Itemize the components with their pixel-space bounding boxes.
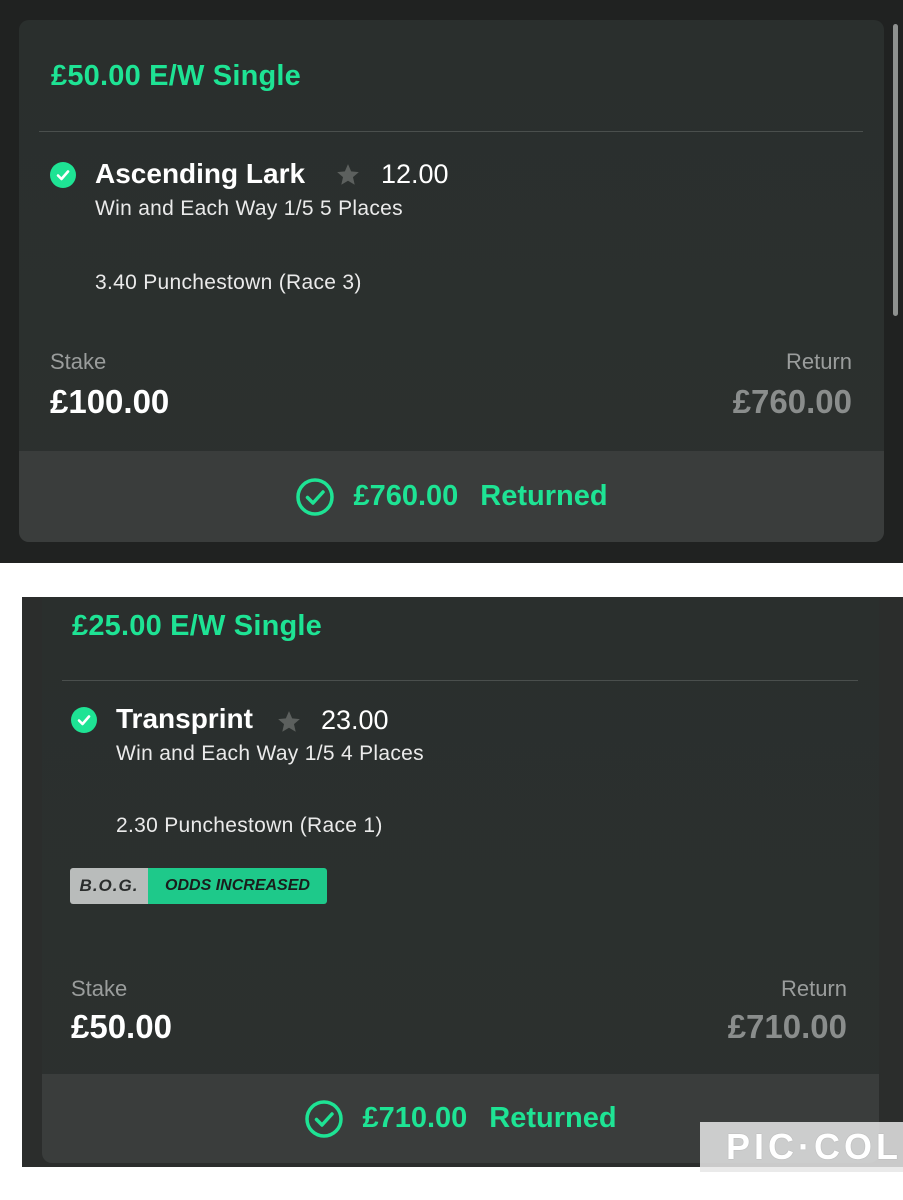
bet-title: £50.00 E/W Single [51, 60, 301, 92]
odds-increased-label: ODDS INCREASED [148, 868, 327, 904]
returned-bar: £760.00 Returned [19, 451, 884, 542]
check-circle-icon [305, 1099, 344, 1138]
return-value: £710.00 [727, 1008, 847, 1045]
bet-title: £25.00 E/W Single [72, 610, 322, 642]
star-icon[interactable] [276, 709, 302, 735]
divider [62, 680, 858, 681]
check-icon [71, 707, 97, 733]
market: Win and Each Way 1/5 4 Places [116, 742, 424, 765]
bet-card: £50.00 E/W Single Ascending Lark 12.00 W… [19, 20, 884, 542]
return-label: Return [780, 976, 847, 1001]
bog-badge: B.O.G. ODDS INCREASED [70, 868, 327, 904]
returned-label: Returned [489, 1102, 617, 1134]
returned-amount: £760.00 [353, 480, 459, 512]
watermark: PIC·COL [700, 1122, 903, 1172]
star-icon[interactable] [335, 162, 361, 188]
returned-label: Returned [480, 480, 608, 512]
odds: 23.00 [321, 705, 389, 735]
check-icon [50, 162, 76, 188]
bog-label: B.O.G. [70, 868, 148, 904]
stake-label: Stake [71, 976, 128, 1001]
market: Win and Each Way 1/5 5 Places [95, 197, 403, 220]
selection-name: Transprint [116, 703, 253, 734]
divider [39, 131, 863, 132]
event-name: 3.40 Punchestown (Race 3) [95, 271, 362, 294]
return-value: £760.00 [732, 383, 852, 420]
odds: 12.00 [381, 159, 449, 189]
return-label: Return [785, 349, 852, 374]
stake-value: £50.00 [71, 1008, 172, 1045]
stake-value: £100.00 [50, 383, 170, 420]
selection-name: Ascending Lark [95, 158, 306, 189]
returned-amount: £710.00 [362, 1102, 468, 1134]
check-circle-icon [296, 477, 335, 516]
event-name: 2.30 Punchestown (Race 1) [116, 814, 383, 837]
stake-label: Stake [50, 349, 107, 374]
scrollbar[interactable] [893, 24, 898, 316]
